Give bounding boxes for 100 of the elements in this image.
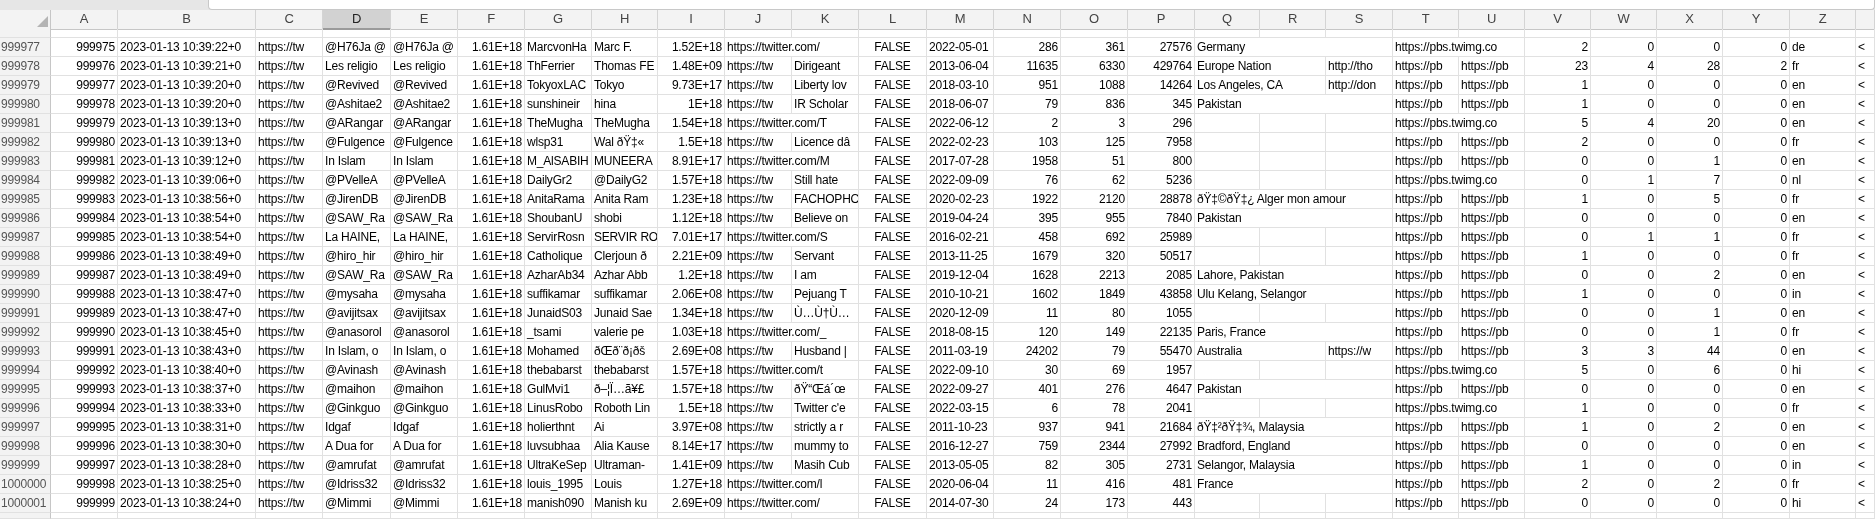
row-header[interactable]: 999984	[0, 171, 51, 190]
row-header[interactable]: 999989	[0, 266, 51, 285]
row-header[interactable]: 999991	[0, 304, 51, 323]
row-header[interactable]: 999978	[0, 57, 51, 76]
table-cell: 999998	[51, 475, 118, 494]
table-cell: Manish ku	[592, 494, 658, 513]
row-header[interactable]: 999997	[0, 418, 51, 437]
row-header[interactable]: 999992	[0, 323, 51, 342]
column-header[interactable]: Q	[1195, 10, 1260, 30]
table-cell: Marc F.	[592, 38, 658, 57]
table-cell: <	[1856, 57, 1875, 76]
table-cell: In Islam, o	[391, 342, 458, 361]
row-header[interactable]: 999977	[0, 38, 51, 57]
column-header[interactable]: E	[391, 10, 458, 30]
column-header[interactable]: L	[859, 10, 927, 30]
table-cell: 2	[1723, 57, 1790, 76]
column-header[interactable]: B	[118, 10, 256, 30]
column-header[interactable]: Z	[1790, 10, 1856, 30]
column-header[interactable]: U	[1459, 10, 1525, 30]
table-cell: Mohamed	[525, 342, 592, 361]
table-cell: Catholique	[525, 247, 592, 266]
column-header[interactable]: N	[994, 10, 1061, 30]
row-header[interactable]: 999981	[0, 114, 51, 133]
table-cell: https://tw	[725, 304, 792, 323]
row-header[interactable]: 999987	[0, 228, 51, 247]
column-header[interactable]: Y	[1723, 10, 1790, 30]
table-cell: 395	[994, 209, 1061, 228]
table-cell: https://tw	[725, 380, 792, 399]
row-header[interactable]: 999986	[0, 209, 51, 228]
table-cell: @SAW_Ra	[391, 209, 458, 228]
row-header[interactable]: 999993	[0, 342, 51, 361]
table-cell: Wal ðŸ‡«	[592, 133, 658, 152]
column-header[interactable]: F	[458, 10, 525, 30]
table-cell: 0	[1723, 342, 1790, 361]
empty-cell	[1723, 29, 1790, 38]
table-cell: <	[1856, 361, 1875, 380]
row-header[interactable]: 999999	[0, 456, 51, 475]
row-header[interactable]: 999982	[0, 133, 51, 152]
table-cell: 1	[1525, 418, 1591, 437]
table-cell: @hiro_hir	[391, 247, 458, 266]
row-header[interactable]: 999995	[0, 380, 51, 399]
column-header[interactable]: T	[1393, 10, 1459, 30]
table-cell: ðŸ‡©ðŸ‡¿ Alger mon amour	[1195, 190, 1393, 209]
table-cell: ðŸ‡²ðŸ‡¾, Malaysia	[1195, 418, 1393, 437]
table-cell: La HAINE,	[323, 228, 391, 247]
table-cell: https://tw	[256, 437, 323, 456]
row-header[interactable]: 1000000	[0, 475, 51, 494]
row-header[interactable]: 1000001	[0, 494, 51, 513]
column-header[interactable]: W	[1591, 10, 1657, 30]
row-header[interactable]: 999996	[0, 399, 51, 418]
column-header[interactable]: S	[1326, 10, 1393, 30]
table-cell: Australia	[1195, 342, 1326, 361]
column-header[interactable]: V	[1525, 10, 1591, 30]
table-cell: <	[1856, 190, 1875, 209]
table-cell: 4647	[1128, 380, 1195, 399]
column-header[interactable]: C	[256, 10, 323, 30]
column-header[interactable]: K	[792, 10, 859, 30]
column-header[interactable]: O	[1061, 10, 1128, 30]
table-cell: https://pb	[1393, 437, 1459, 456]
table-cell: 1	[1657, 304, 1723, 323]
row-header[interactable]: 999983	[0, 152, 51, 171]
table-cell: 0	[1723, 380, 1790, 399]
column-header[interactable]: M	[927, 10, 994, 30]
table-cell: 361	[1061, 38, 1128, 57]
table-cell: FALSE	[859, 171, 927, 190]
column-header[interactable]: X	[1657, 10, 1723, 30]
column-header[interactable]: J	[725, 10, 792, 30]
table-cell: @Avinash	[323, 361, 391, 380]
row-header[interactable]: 999979	[0, 76, 51, 95]
row-header[interactable]: 999990	[0, 285, 51, 304]
table-cell: 1.57E+18	[658, 171, 725, 190]
table-cell: 999984	[51, 209, 118, 228]
column-header[interactable]: G	[525, 10, 592, 30]
row-header[interactable]: 999998	[0, 437, 51, 456]
column-header[interactable]: I	[658, 10, 725, 30]
row-header[interactable]: 999994	[0, 361, 51, 380]
column-header[interactable]: D	[323, 10, 391, 30]
table-cell: @Revived	[391, 76, 458, 95]
table-cell: 443	[1128, 494, 1195, 513]
row-header[interactable]	[0, 513, 51, 519]
row-header[interactable]: 999980	[0, 95, 51, 114]
corner-triangle-icon[interactable]	[37, 16, 48, 27]
column-header[interactable]	[1856, 10, 1875, 30]
table-cell: 2018-08-15	[927, 323, 994, 342]
table-cell: <	[1856, 380, 1875, 399]
row-header[interactable]: 999985	[0, 190, 51, 209]
table-cell: Ai	[592, 418, 658, 437]
table-cell: 28	[1657, 57, 1723, 76]
empty-cell	[1195, 361, 1260, 380]
table-cell: 0	[1591, 304, 1657, 323]
row-header[interactable]: 999988	[0, 247, 51, 266]
row-header[interactable]	[0, 29, 51, 38]
column-header[interactable]: P	[1128, 10, 1195, 30]
column-header[interactable]: A	[51, 10, 118, 30]
table-cell: https://tw	[256, 209, 323, 228]
table-cell: 0	[1723, 399, 1790, 418]
table-cell: @ARangar	[391, 114, 458, 133]
column-header[interactable]: R	[1260, 10, 1326, 30]
formula-bar[interactable]	[208, 0, 1875, 10]
column-header[interactable]: H	[592, 10, 658, 30]
